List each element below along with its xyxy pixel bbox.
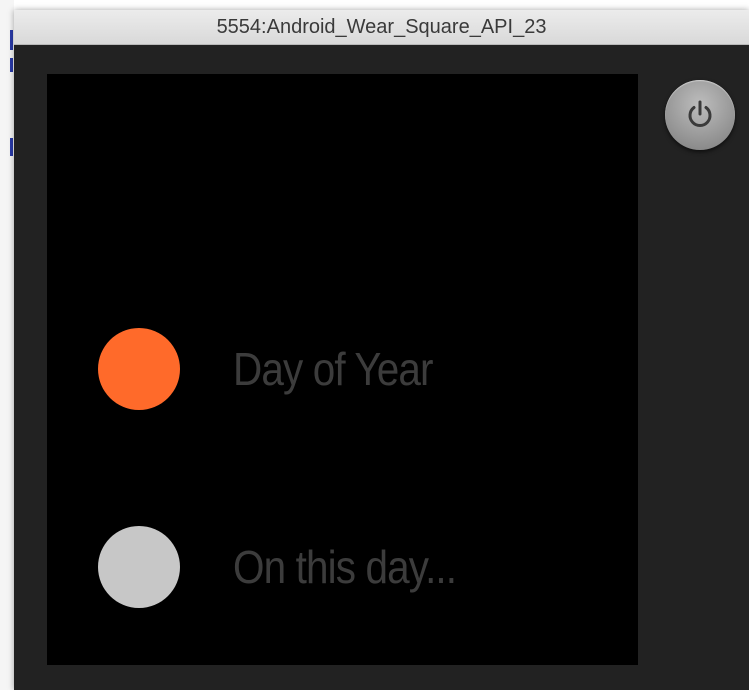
power-icon — [688, 100, 712, 127]
background-mark — [10, 30, 13, 50]
power-button[interactable] — [665, 80, 735, 150]
option-day-of-year[interactable]: Day of Year — [47, 314, 638, 424]
watch-screen[interactable]: Day of Year On this day... — [47, 74, 638, 665]
option-label: On this day... — [233, 541, 457, 593]
option-label: Day of Year — [233, 343, 434, 395]
option-on-this-day[interactable]: On this day... — [47, 512, 638, 622]
emulator-window: 5554:Android_Wear_Square_API_23 Day of Y… — [14, 10, 749, 690]
radio-circle-icon[interactable] — [98, 328, 180, 410]
background-mark — [10, 138, 13, 156]
radio-circle-icon[interactable] — [98, 526, 180, 608]
window-title: 5554:Android_Wear_Square_API_23 — [216, 16, 547, 38]
background-editor-strip — [0, 0, 14, 690]
window-titlebar[interactable]: 5554:Android_Wear_Square_API_23 — [14, 10, 749, 45]
background-mark — [10, 58, 13, 72]
